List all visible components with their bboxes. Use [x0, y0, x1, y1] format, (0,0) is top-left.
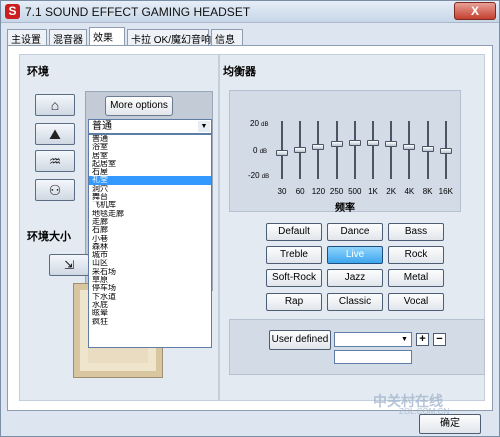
eq-band-label: 16K [438, 187, 453, 196]
user-defined-button[interactable]: User defined [269, 330, 331, 350]
environment-title: 环境 [27, 66, 49, 78]
eq-slider-thumb[interactable] [330, 141, 343, 148]
equalizer-title: 均衡器 [223, 66, 256, 78]
preset-name-input[interactable] [334, 350, 412, 364]
preset-button-bass[interactable]: Bass [388, 223, 444, 241]
resize-icon[interactable]: ⇲ [49, 254, 89, 276]
tab-info[interactable]: 信息 [211, 29, 243, 46]
environment-option[interactable]: 舞台 [89, 193, 211, 201]
tab-mixer[interactable]: 混音器 [49, 29, 87, 46]
environment-option[interactable]: 下水道 [89, 293, 211, 301]
eq-slider-thumb[interactable] [421, 145, 434, 152]
preset-button-jazz[interactable]: Jazz [327, 269, 383, 287]
environment-option[interactable]: 草原 [89, 276, 211, 284]
app-window: S 7.1 SOUND EFFECT GAMING HEADSET X 主设置 … [0, 0, 500, 437]
eq-slider-thumb[interactable] [367, 139, 379, 146]
environment-select-value: 普通 [92, 121, 112, 132]
preset-button-default[interactable]: Default [266, 223, 322, 241]
user-defined-select[interactable]: ▼ [334, 332, 412, 347]
environment-option[interactable]: 洞穴 [89, 185, 211, 193]
preset-button-rap[interactable]: Rap [266, 293, 322, 311]
eq-slider-track[interactable] [353, 121, 356, 179]
app-logo: S [5, 4, 20, 19]
house-icon[interactable]: ⌂ [35, 94, 75, 116]
db-label-bottom: -20 dB [248, 171, 270, 180]
people-icon[interactable]: ⚇ [35, 179, 75, 201]
eq-slider-thumb[interactable] [276, 149, 288, 156]
environment-option[interactable]: 浴室 [89, 143, 211, 151]
tab-effects[interactable]: 效果 [89, 27, 125, 45]
environment-option[interactable]: 地毯走廊 [89, 210, 211, 218]
eq-slider-thumb[interactable] [385, 141, 398, 148]
eq-band-label: 250 [329, 187, 344, 196]
eq-slider-thumb[interactable] [403, 144, 416, 151]
hall-icon[interactable]: ♒ [35, 150, 75, 172]
environment-option[interactable]: 石廊 [89, 226, 211, 234]
preset-button-treble[interactable]: Treble [266, 246, 322, 264]
add-preset-button[interactable]: + [416, 333, 429, 346]
environment-option[interactable]: 飞机库 [89, 201, 211, 209]
environment-option[interactable]: 城市 [89, 251, 211, 259]
environment-option[interactable]: 起居室 [89, 160, 211, 168]
environment-option[interactable]: 停车场 [89, 284, 211, 292]
environment-option[interactable]: 森林 [89, 243, 211, 251]
user-defined-frame [229, 319, 485, 375]
environment-option[interactable]: 疯狂 [89, 318, 211, 326]
environment-size-title: 环境大小 [27, 231, 71, 243]
preset-button-metal[interactable]: Metal [388, 269, 444, 287]
preset-button-vocal[interactable]: Vocal [388, 293, 444, 311]
preset-button-soft-rock[interactable]: Soft-Rock [266, 269, 322, 287]
chevron-down-icon[interactable]: ▼ [198, 121, 210, 132]
eq-slider-thumb[interactable] [312, 144, 325, 151]
window-title: 7.1 SOUND EFFECT GAMING HEADSET [25, 5, 251, 19]
eq-slider-track[interactable] [390, 121, 393, 179]
eq-band-label: 4K [404, 187, 415, 196]
environment-option[interactable]: 眩晕 [89, 309, 211, 317]
chevron-down-icon[interactable]: ▼ [399, 334, 410, 345]
close-button[interactable]: X [454, 2, 496, 20]
preset-button-classic[interactable]: Classic [327, 293, 383, 311]
eq-band-label: 500 [348, 187, 362, 196]
frequency-axis-label: 频率 [335, 203, 355, 214]
environment-option[interactable]: 走廊 [89, 218, 211, 226]
environment-option[interactable]: 礼堂 [89, 176, 211, 185]
more-options-button[interactable]: More options [105, 96, 173, 116]
environment-option[interactable]: 普通 [89, 135, 211, 143]
eq-slider-thumb[interactable] [348, 139, 361, 146]
environment-option[interactable]: 居室 [89, 152, 211, 160]
ok-button[interactable]: 确定 [419, 414, 481, 434]
preset-button-live[interactable]: Live [327, 246, 383, 264]
eq-band-label: 60 [295, 187, 305, 196]
environment-select[interactable]: 普通 ▼ [88, 119, 212, 134]
environment-option[interactable]: 采石场 [89, 268, 211, 276]
eq-band-label: 30 [277, 187, 287, 196]
mountain-icon[interactable]: ⛰ [35, 123, 75, 145]
eq-band-label: 8K [422, 187, 433, 196]
preset-button-rock[interactable]: Rock [388, 246, 444, 264]
title-bar: S 7.1 SOUND EFFECT GAMING HEADSET X [1, 1, 499, 23]
remove-preset-button[interactable]: − [433, 333, 446, 346]
eq-slider-track[interactable] [335, 121, 338, 179]
eq-slider-track[interactable] [372, 121, 374, 179]
environment-option[interactable]: 石屋 [89, 168, 211, 176]
eq-slider-thumb[interactable] [439, 148, 452, 155]
eq-band-label: 2K [386, 187, 397, 196]
eq-band-label: 1K [368, 187, 378, 196]
environment-option[interactable]: 小巷 [89, 235, 211, 243]
tab-karaoke[interactable]: 卡拉 OK/魔幻音响 [127, 29, 211, 46]
environment-dropdown-list[interactable]: 普通 浴室 居室 起居室 石屋 礼堂 洞穴 舞台 飞机库 地毯走廊 走廊 石廊 小巷 森林 城市 山区 采石场草… [88, 134, 212, 348]
eq-slider-thumb[interactable] [294, 147, 307, 153]
db-label-top: 20 dB [250, 119, 269, 128]
environment-option[interactable]: 水底 [89, 301, 211, 309]
preset-button-dance[interactable]: Dance [327, 223, 383, 241]
tab-main-settings[interactable]: 主设置 [7, 29, 47, 46]
environment-option[interactable]: 山区 [89, 259, 211, 267]
db-label-mid: 0 dB [253, 146, 268, 155]
eq-band-label: 120 [311, 187, 326, 196]
